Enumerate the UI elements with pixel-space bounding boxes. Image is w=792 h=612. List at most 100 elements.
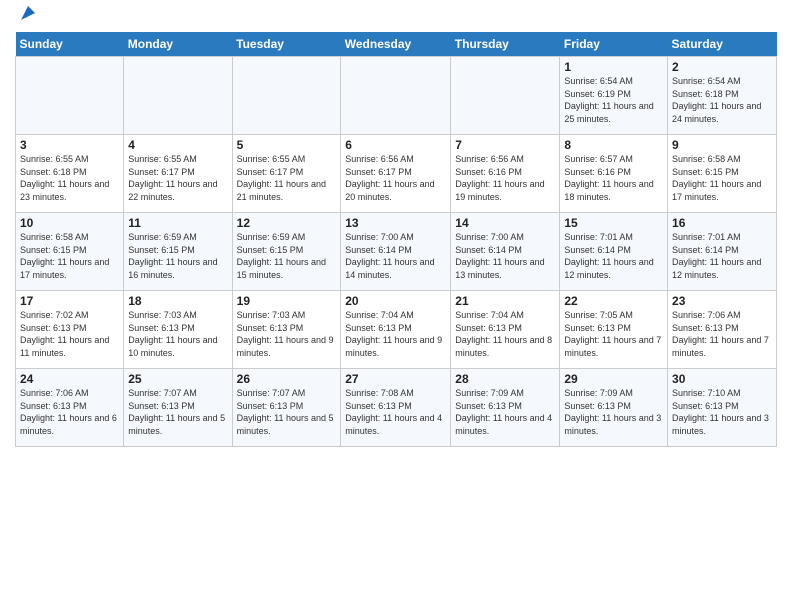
- day-info: Sunrise: 7:04 AMSunset: 6:13 PMDaylight:…: [455, 309, 555, 359]
- calendar-cell: 17Sunrise: 7:02 AMSunset: 6:13 PMDayligh…: [16, 291, 124, 369]
- day-info: Sunrise: 6:58 AMSunset: 6:15 PMDaylight:…: [20, 231, 119, 281]
- day-info: Sunrise: 7:02 AMSunset: 6:13 PMDaylight:…: [20, 309, 119, 359]
- day-number: 6: [345, 138, 446, 152]
- week-row-4: 17Sunrise: 7:02 AMSunset: 6:13 PMDayligh…: [16, 291, 777, 369]
- calendar-cell: 20Sunrise: 7:04 AMSunset: 6:13 PMDayligh…: [341, 291, 451, 369]
- day-number: 26: [237, 372, 337, 386]
- day-info: Sunrise: 7:09 AMSunset: 6:13 PMDaylight:…: [455, 387, 555, 437]
- day-info: Sunrise: 7:01 AMSunset: 6:14 PMDaylight:…: [672, 231, 772, 281]
- calendar-cell: 19Sunrise: 7:03 AMSunset: 6:13 PMDayligh…: [232, 291, 341, 369]
- calendar-cell: 30Sunrise: 7:10 AMSunset: 6:13 PMDayligh…: [668, 369, 777, 447]
- day-info: Sunrise: 7:06 AMSunset: 6:13 PMDaylight:…: [672, 309, 772, 359]
- calendar-cell: 28Sunrise: 7:09 AMSunset: 6:13 PMDayligh…: [451, 369, 560, 447]
- day-info: Sunrise: 7:08 AMSunset: 6:13 PMDaylight:…: [345, 387, 446, 437]
- day-info: Sunrise: 7:10 AMSunset: 6:13 PMDaylight:…: [672, 387, 772, 437]
- day-info: Sunrise: 7:00 AMSunset: 6:14 PMDaylight:…: [455, 231, 555, 281]
- day-number: 16: [672, 216, 772, 230]
- day-info: Sunrise: 7:03 AMSunset: 6:13 PMDaylight:…: [237, 309, 337, 359]
- calendar-cell: 1Sunrise: 6:54 AMSunset: 6:19 PMDaylight…: [560, 57, 668, 135]
- day-number: 27: [345, 372, 446, 386]
- calendar-cell: 18Sunrise: 7:03 AMSunset: 6:13 PMDayligh…: [124, 291, 232, 369]
- calendar-cell: 2Sunrise: 6:54 AMSunset: 6:18 PMDaylight…: [668, 57, 777, 135]
- day-number: 12: [237, 216, 337, 230]
- col-header-friday: Friday: [560, 32, 668, 57]
- calendar-cell: [232, 57, 341, 135]
- col-header-saturday: Saturday: [668, 32, 777, 57]
- calendar-cell: 3Sunrise: 6:55 AMSunset: 6:18 PMDaylight…: [16, 135, 124, 213]
- day-number: 17: [20, 294, 119, 308]
- day-info: Sunrise: 7:04 AMSunset: 6:13 PMDaylight:…: [345, 309, 446, 359]
- calendar-cell: 13Sunrise: 7:00 AMSunset: 6:14 PMDayligh…: [341, 213, 451, 291]
- day-number: 10: [20, 216, 119, 230]
- calendar-cell: [124, 57, 232, 135]
- day-number: 5: [237, 138, 337, 152]
- day-info: Sunrise: 6:55 AMSunset: 6:17 PMDaylight:…: [237, 153, 337, 203]
- week-row-5: 24Sunrise: 7:06 AMSunset: 6:13 PMDayligh…: [16, 369, 777, 447]
- calendar-cell: [451, 57, 560, 135]
- day-info: Sunrise: 7:06 AMSunset: 6:13 PMDaylight:…: [20, 387, 119, 437]
- calendar-cell: 27Sunrise: 7:08 AMSunset: 6:13 PMDayligh…: [341, 369, 451, 447]
- week-row-3: 10Sunrise: 6:58 AMSunset: 6:15 PMDayligh…: [16, 213, 777, 291]
- day-info: Sunrise: 7:01 AMSunset: 6:14 PMDaylight:…: [564, 231, 663, 281]
- day-info: Sunrise: 6:54 AMSunset: 6:18 PMDaylight:…: [672, 75, 772, 125]
- day-number: 19: [237, 294, 337, 308]
- day-info: Sunrise: 6:58 AMSunset: 6:15 PMDaylight:…: [672, 153, 772, 203]
- day-number: 3: [20, 138, 119, 152]
- week-row-1: 1Sunrise: 6:54 AMSunset: 6:19 PMDaylight…: [16, 57, 777, 135]
- calendar-cell: 10Sunrise: 6:58 AMSunset: 6:15 PMDayligh…: [16, 213, 124, 291]
- day-number: 20: [345, 294, 446, 308]
- calendar-cell: 5Sunrise: 6:55 AMSunset: 6:17 PMDaylight…: [232, 135, 341, 213]
- day-number: 14: [455, 216, 555, 230]
- logo-icon: [17, 2, 39, 24]
- calendar-header-row: SundayMondayTuesdayWednesdayThursdayFrid…: [16, 32, 777, 57]
- day-info: Sunrise: 7:07 AMSunset: 6:13 PMDaylight:…: [128, 387, 227, 437]
- col-header-thursday: Thursday: [451, 32, 560, 57]
- day-number: 8: [564, 138, 663, 152]
- day-info: Sunrise: 7:07 AMSunset: 6:13 PMDaylight:…: [237, 387, 337, 437]
- calendar-cell: 16Sunrise: 7:01 AMSunset: 6:14 PMDayligh…: [668, 213, 777, 291]
- calendar-cell: [16, 57, 124, 135]
- day-info: Sunrise: 6:59 AMSunset: 6:15 PMDaylight:…: [128, 231, 227, 281]
- day-number: 22: [564, 294, 663, 308]
- day-number: 25: [128, 372, 227, 386]
- day-number: 21: [455, 294, 555, 308]
- calendar-cell: 11Sunrise: 6:59 AMSunset: 6:15 PMDayligh…: [124, 213, 232, 291]
- calendar-cell: [341, 57, 451, 135]
- header: [15, 10, 777, 24]
- day-info: Sunrise: 6:55 AMSunset: 6:17 PMDaylight:…: [128, 153, 227, 203]
- day-info: Sunrise: 6:54 AMSunset: 6:19 PMDaylight:…: [564, 75, 663, 125]
- col-header-tuesday: Tuesday: [232, 32, 341, 57]
- day-info: Sunrise: 6:57 AMSunset: 6:16 PMDaylight:…: [564, 153, 663, 203]
- calendar-cell: 23Sunrise: 7:06 AMSunset: 6:13 PMDayligh…: [668, 291, 777, 369]
- calendar-cell: 24Sunrise: 7:06 AMSunset: 6:13 PMDayligh…: [16, 369, 124, 447]
- day-info: Sunrise: 6:59 AMSunset: 6:15 PMDaylight:…: [237, 231, 337, 281]
- day-number: 7: [455, 138, 555, 152]
- day-number: 1: [564, 60, 663, 74]
- calendar-cell: 14Sunrise: 7:00 AMSunset: 6:14 PMDayligh…: [451, 213, 560, 291]
- day-info: Sunrise: 6:56 AMSunset: 6:16 PMDaylight:…: [455, 153, 555, 203]
- day-number: 11: [128, 216, 227, 230]
- calendar-cell: 25Sunrise: 7:07 AMSunset: 6:13 PMDayligh…: [124, 369, 232, 447]
- day-number: 13: [345, 216, 446, 230]
- logo: [15, 10, 39, 24]
- day-info: Sunrise: 6:56 AMSunset: 6:17 PMDaylight:…: [345, 153, 446, 203]
- day-info: Sunrise: 7:09 AMSunset: 6:13 PMDaylight:…: [564, 387, 663, 437]
- day-info: Sunrise: 7:00 AMSunset: 6:14 PMDaylight:…: [345, 231, 446, 281]
- day-number: 24: [20, 372, 119, 386]
- calendar-cell: 29Sunrise: 7:09 AMSunset: 6:13 PMDayligh…: [560, 369, 668, 447]
- day-info: Sunrise: 6:55 AMSunset: 6:18 PMDaylight:…: [20, 153, 119, 203]
- day-number: 30: [672, 372, 772, 386]
- calendar-cell: 12Sunrise: 6:59 AMSunset: 6:15 PMDayligh…: [232, 213, 341, 291]
- col-header-sunday: Sunday: [16, 32, 124, 57]
- day-number: 2: [672, 60, 772, 74]
- day-number: 23: [672, 294, 772, 308]
- calendar-cell: 21Sunrise: 7:04 AMSunset: 6:13 PMDayligh…: [451, 291, 560, 369]
- col-header-monday: Monday: [124, 32, 232, 57]
- calendar-cell: 9Sunrise: 6:58 AMSunset: 6:15 PMDaylight…: [668, 135, 777, 213]
- col-header-wednesday: Wednesday: [341, 32, 451, 57]
- week-row-2: 3Sunrise: 6:55 AMSunset: 6:18 PMDaylight…: [16, 135, 777, 213]
- day-info: Sunrise: 7:03 AMSunset: 6:13 PMDaylight:…: [128, 309, 227, 359]
- day-info: Sunrise: 7:05 AMSunset: 6:13 PMDaylight:…: [564, 309, 663, 359]
- day-number: 4: [128, 138, 227, 152]
- calendar-cell: 6Sunrise: 6:56 AMSunset: 6:17 PMDaylight…: [341, 135, 451, 213]
